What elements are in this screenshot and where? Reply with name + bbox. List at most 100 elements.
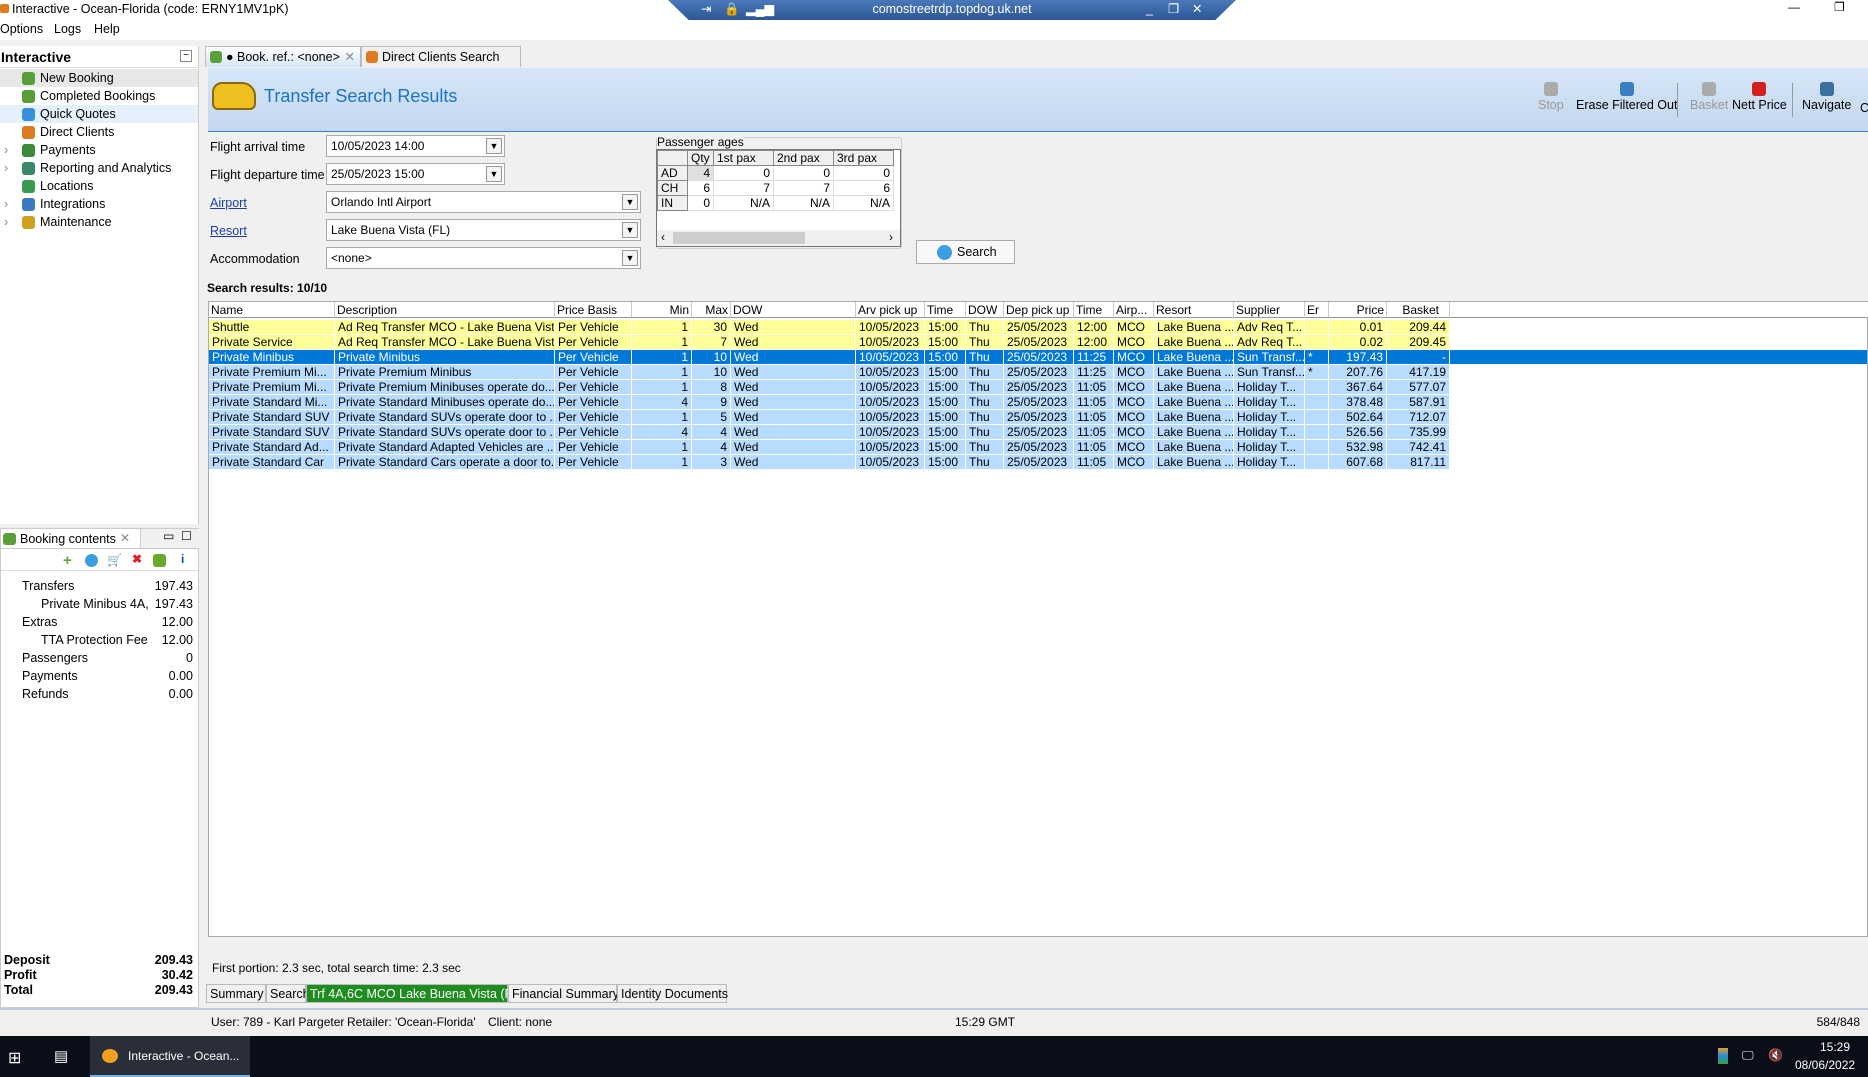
scroll-right-icon[interactable]: ›: [889, 230, 893, 244]
pax-cell[interactable]: 4: [687, 165, 714, 181]
windows-start-icon[interactable]: ⊞: [8, 1048, 21, 1068]
tray-app-icon[interactable]: [1718, 1048, 1728, 1064]
pax-cell[interactable]: 0: [713, 165, 774, 181]
pax-cell[interactable]: N/A: [713, 195, 774, 211]
dropdown-arrow-icon[interactable]: ▼: [622, 250, 638, 266]
column-header-resort[interactable]: Resort: [1154, 302, 1234, 318]
resort-link[interactable]: Resort: [210, 224, 247, 238]
table-row[interactable]: Private Standard Ad... Private Standard A…: [209, 440, 1450, 455]
pax-cell[interactable]: 0: [687, 195, 714, 211]
tab-booking[interactable]: ● Book. ref.: <none> ✕: [205, 46, 361, 67]
menu-options[interactable]: Options: [0, 22, 43, 36]
pax-cell[interactable]: N/A: [773, 195, 834, 211]
column-header-supplier[interactable]: Supplier: [1234, 302, 1305, 318]
sidebar-item-reporting-and-analytics[interactable]: › Reporting and Analytics: [0, 159, 198, 177]
pax-cell[interactable]: 6: [833, 180, 894, 196]
column-header-description[interactable]: Description: [335, 302, 555, 318]
departure-time-field[interactable]: 25/05/2023 15:00 ▼: [326, 163, 505, 185]
column-header-time[interactable]: Time: [1074, 302, 1114, 318]
sidebar-item-completed-bookings[interactable]: Completed Bookings: [0, 87, 198, 105]
search-button[interactable]: Search: [916, 240, 1015, 264]
table-row[interactable]: Shuttle Ad Req Transfer MCO - Lake Buena …: [209, 320, 1450, 335]
pax-cell[interactable]: N/A: [833, 195, 894, 211]
bottom-tab-identity-documents[interactable]: Identity Documents: [617, 984, 728, 1003]
dropdown-arrow-icon[interactable]: ▼: [622, 222, 638, 238]
task-view-icon[interactable]: ▤: [54, 1047, 68, 1065]
maximize-panel-icon[interactable]: ☐: [181, 529, 192, 543]
rdp-restore-button[interactable]: ❐: [1168, 0, 1179, 19]
toolbar-erase-filtered-out-button[interactable]: Erase Filtered Out: [1576, 82, 1677, 112]
bottom-tab-summary[interactable]: Summary: [206, 984, 266, 1003]
info-icon[interactable]: i: [181, 552, 184, 566]
network-icon[interactable]: 🖵: [1742, 1048, 1754, 1063]
basket-icon[interactable]: 🛒: [107, 553, 122, 567]
table-row[interactable]: Private Premium Mi... Private Premium Min…: [209, 380, 1450, 395]
pax-cell[interactable]: 0: [833, 165, 894, 181]
sidebar-item-locations[interactable]: Locations: [0, 177, 198, 195]
column-header-basket[interactable]: Basket: [1387, 302, 1450, 318]
dropdown-arrow-icon[interactable]: ▼: [486, 138, 502, 154]
bottom-tab-financial-summary[interactable]: Financial Summary: [508, 984, 619, 1003]
rdp-minimize-button[interactable]: _: [1146, 0, 1153, 19]
table-row[interactable]: Private Premium Mi... Private Premium Min…: [209, 365, 1450, 380]
table-row[interactable]: Private Standard SUV Private Standard SUV…: [209, 410, 1450, 425]
bottom-tab-trf-4a-6c-mco-lake-buena-vista-fl-[interactable]: Trf 4A,6C MCO Lake Buena Vista (FL): [306, 984, 523, 1003]
airport-select[interactable]: Orlando Intl Airport ▼: [326, 191, 641, 213]
pax-cell[interactable]: 7: [773, 180, 834, 196]
menu-logs[interactable]: Logs: [54, 22, 81, 36]
delete-icon[interactable]: ✖: [132, 552, 142, 566]
sidebar-item-direct-clients[interactable]: Direct Clients: [0, 123, 198, 141]
palm-tree-icon[interactable]: [153, 554, 166, 567]
column-header-arv-pick-up[interactable]: Arv pick up: [856, 302, 925, 318]
pin-icon[interactable]: ⇥: [701, 0, 711, 19]
sidebar-item-quick-quotes[interactable]: Quick Quotes: [0, 105, 198, 123]
restore-button[interactable]: ❐: [1834, 0, 1845, 14]
refresh-icon[interactable]: [85, 554, 98, 567]
column-header-dow[interactable]: DOW: [731, 302, 856, 318]
rdp-close-button[interactable]: ✕: [1192, 0, 1202, 19]
pax-cell[interactable]: 6: [687, 180, 714, 196]
accommodation-select[interactable]: <none> ▼: [326, 247, 641, 269]
table-row[interactable]: Private Standard Mi... Private Standard M…: [209, 395, 1450, 410]
resort-select[interactable]: Lake Buena Vista (FL) ▼: [326, 219, 641, 241]
minimize-button[interactable]: —: [1788, 0, 1800, 14]
scroll-left-icon[interactable]: ‹: [661, 230, 665, 244]
column-header-min[interactable]: Min: [632, 302, 692, 318]
expand-icon[interactable]: ›: [4, 195, 8, 213]
minimize-panel-icon[interactable]: ▭: [163, 529, 174, 543]
pax-cell[interactable]: 7: [713, 180, 774, 196]
expand-icon[interactable]: ›: [4, 141, 8, 159]
bottom-tab-search[interactable]: Search: [266, 984, 310, 1003]
expand-icon[interactable]: ›: [4, 159, 8, 177]
table-row[interactable]: Private Minibus Private Minibus Per Vehicl…: [209, 350, 1867, 365]
menu-help[interactable]: Help: [94, 22, 120, 36]
table-row[interactable]: Private Standard SUV Private Standard SUV…: [209, 425, 1450, 440]
column-header-er[interactable]: Er: [1305, 302, 1329, 318]
dropdown-arrow-icon[interactable]: ▼: [486, 166, 502, 182]
table-row[interactable]: Private Service Ad Req Transfer MCO - Lak…: [209, 335, 1450, 350]
horizontal-scrollbar[interactable]: ‹ ›: [657, 230, 900, 246]
sidebar-item-payments[interactable]: › Payments: [0, 141, 198, 159]
column-header-dep-pick-up[interactable]: Dep pick up: [1004, 302, 1074, 318]
column-header-dow[interactable]: DOW: [966, 302, 1004, 318]
close-tab-icon[interactable]: ✕: [345, 47, 355, 67]
column-header-name[interactable]: Name: [209, 302, 335, 318]
arrival-time-field[interactable]: 10/05/2023 14:00 ▼: [326, 135, 505, 157]
collapse-icon[interactable]: −: [180, 50, 192, 62]
toolbar-c-button[interactable]: C: [1860, 101, 1868, 115]
dropdown-arrow-icon[interactable]: ▼: [622, 194, 638, 210]
pax-cell[interactable]: 0: [773, 165, 834, 181]
column-header-price[interactable]: Price: [1329, 302, 1387, 318]
close-icon[interactable]: ✕: [120, 531, 130, 545]
sidebar-item-integrations[interactable]: › Integrations: [0, 195, 198, 213]
add-icon[interactable]: +: [63, 552, 72, 569]
column-header-max[interactable]: Max: [692, 302, 731, 318]
sidebar-item-maintenance[interactable]: › Maintenance: [0, 213, 198, 231]
airport-link[interactable]: Airport: [210, 196, 247, 210]
column-header-time[interactable]: Time: [925, 302, 966, 318]
scrollbar-thumb[interactable]: [673, 232, 805, 244]
toolbar-nett-price-button[interactable]: Nett Price: [1732, 82, 1787, 112]
sidebar-item-new-booking[interactable]: New Booking: [0, 69, 198, 87]
taskbar-app-interactive[interactable]: Interactive - Ocean...: [90, 1036, 250, 1077]
volume-muted-icon[interactable]: 🔇: [1768, 1048, 1783, 1062]
